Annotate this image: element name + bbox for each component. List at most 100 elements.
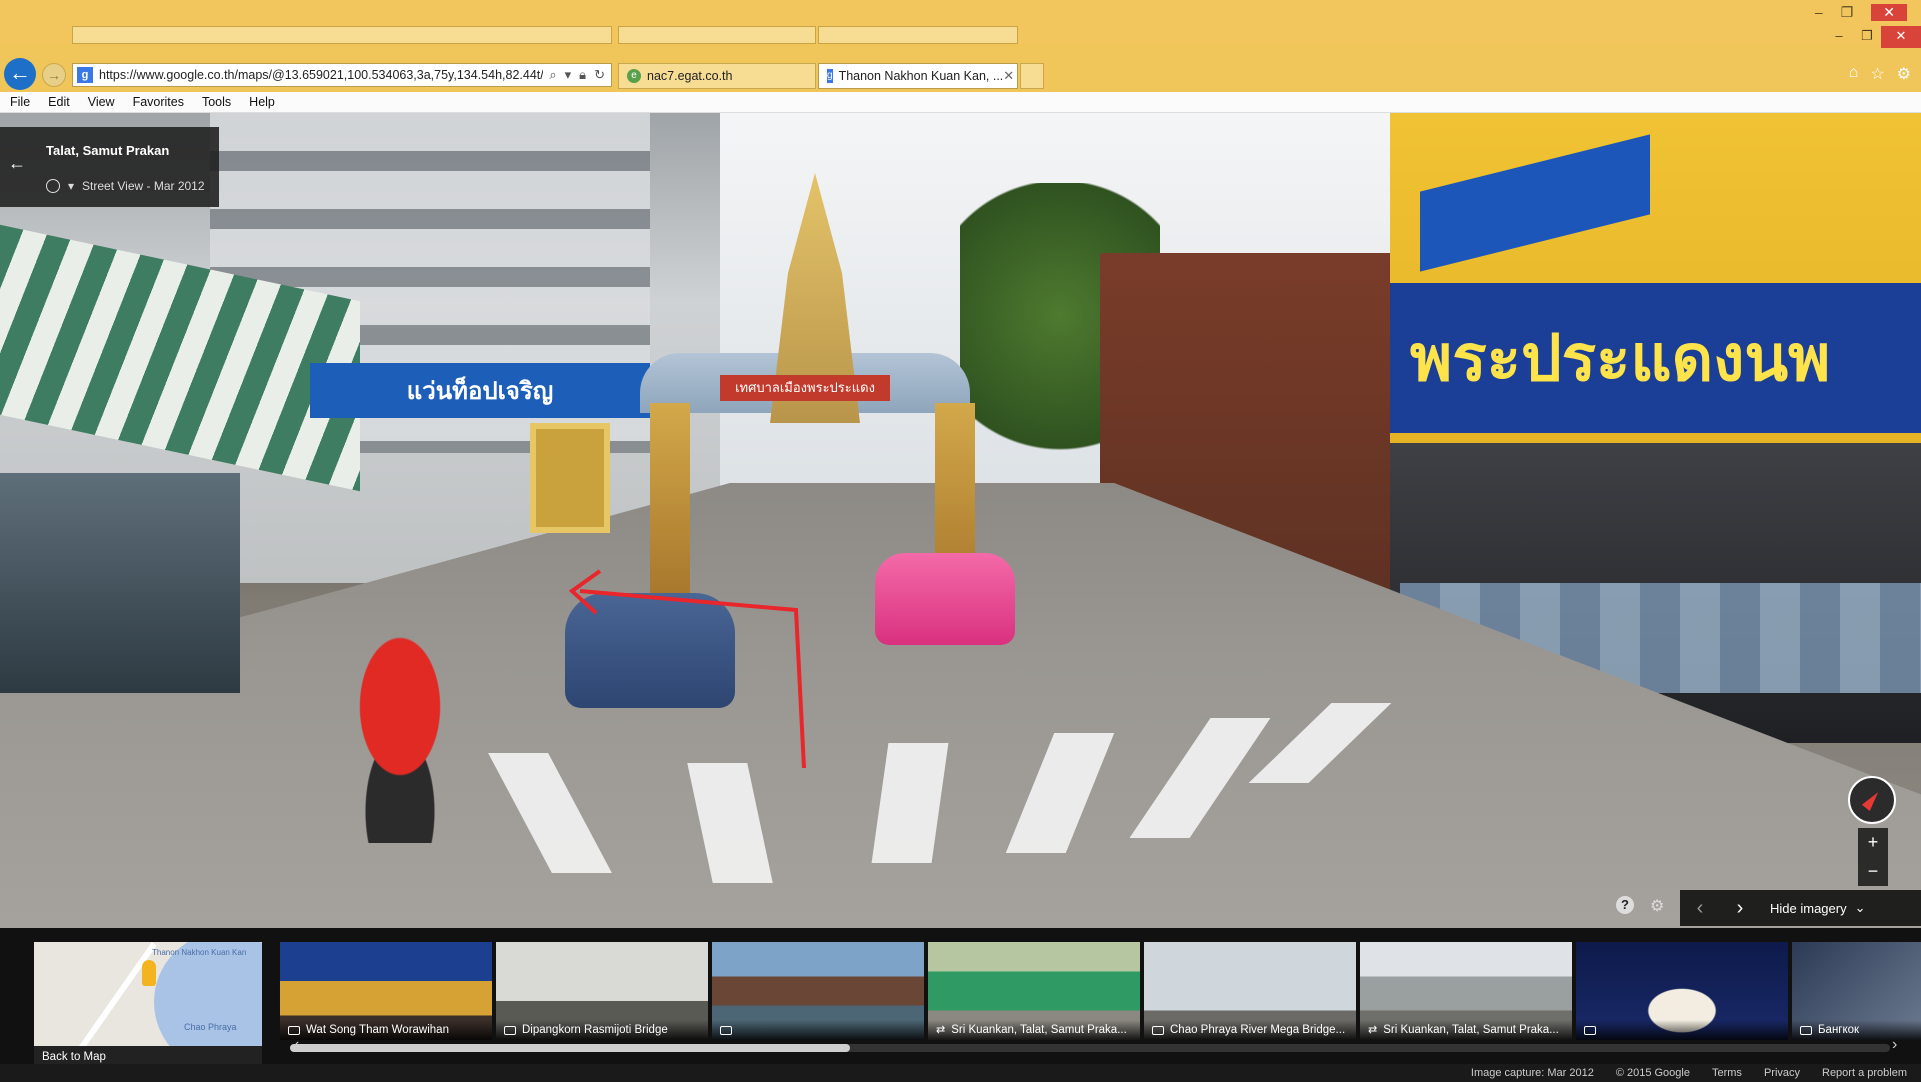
gate-pillar-left [650,403,690,603]
thumbnail[interactable]: ⇄ Sri Kuankan, Talat, Samut Praka... [1360,942,1572,1040]
thumbnail[interactable]: Wat Song Tham Worawihan [280,942,492,1040]
caret-down-icon: ▾ [68,179,75,193]
forward-button[interactable]: → [42,63,66,87]
thumbnail[interactable]: Бангкок [1792,942,1921,1040]
next-imagery-icon[interactable]: › [1720,897,1760,920]
caption-text: Wat Song Tham Worawihan [306,1024,449,1036]
help-icon[interactable]: ? [1616,896,1634,914]
camera-icon [288,1025,300,1035]
scroll-left-icon[interactable]: ‹ [294,1036,299,1054]
zoom-in-button[interactable]: + [1858,828,1888,857]
menu-favorites[interactable]: Favorites [133,95,184,109]
url-text[interactable]: https://www.google.co.th/maps/@13.659021… [99,68,543,82]
menu-bar: File Edit View Favorites Tools Help [0,92,1921,113]
background-window-bar: – ❐ ✕ [0,0,1921,44]
menu-edit[interactable]: Edit [48,95,70,109]
filmstrip-scroll-thumb[interactable] [290,1044,850,1052]
street-view-icon: ⇄ [1368,1024,1378,1036]
thumbnail[interactable]: Chao Phraya River Mega Bridge... [1144,942,1356,1040]
back-button[interactable]: ← [4,58,36,90]
settings-gear-icon[interactable]: ⚙ [1897,64,1911,84]
minimize-icon: – [1814,4,1823,20]
clock-icon [46,179,60,193]
map-road [77,942,157,1046]
egat-favicon-icon: e [627,69,641,83]
caption-text: Sri Kuankan, Talat, Samut Praka... [951,1024,1127,1036]
blue-car [565,593,735,708]
browser-chrome: – ❐ ✕ – ❐ ✕ ← → g https://www.google.co.… [0,0,1921,113]
prev-imagery-icon[interactable]: ‹ [1680,897,1720,920]
thumbnail[interactable]: ⇄ Sri Kuankan, Talat, Samut Praka... [928,942,1140,1040]
back-arrow-icon[interactable]: ← [8,153,26,174]
street-view-icon: ⇄ [936,1024,946,1036]
thumbnail[interactable] [1576,942,1788,1040]
scroll-right-icon[interactable]: › [1892,1036,1897,1054]
close-button[interactable]: ✕ [1881,26,1921,48]
thumbnail-caption: Dipangkorn Rasmijoti Bridge [496,1020,708,1040]
background-window-controls: – ❐ ✕ [1815,4,1907,21]
tab-close-icon[interactable]: ✕ [1003,68,1014,84]
gear-icon[interactable]: ⚙ [1650,896,1664,916]
favorites-star-icon[interactable]: ☆ [1870,64,1884,84]
market-stall [0,473,240,693]
chevron-down-icon[interactable]: ⌄ [1855,900,1866,916]
camera-icon [1584,1025,1596,1035]
street-view-panorama[interactable]: แว่นท็อปเจริญ พระประแดงนพ เทศบาลเมืองพระ… [0,113,1921,928]
menu-file[interactable]: File [10,95,30,109]
menu-help[interactable]: Help [249,95,275,109]
hide-imagery-button[interactable]: Hide imagery [1770,901,1847,916]
location-card: ← Talat, Samut Prakan ▾ Street View - Ma… [0,127,219,207]
thumbnail-caption [712,1020,924,1040]
imagery-bar: ‹ › Hide imagery ⌄ [1680,890,1921,926]
thumbnail-caption [1576,1020,1788,1040]
zoom-control: + − [1858,828,1888,886]
imagery-filmstrip: Chao Phraya Thanon Nakhon Kuan Kan Back … [0,928,1921,1068]
background-address-bar [72,26,612,44]
history-label: Street View - Mar 2012 [82,179,205,193]
refresh-icon[interactable]: ↻ [594,67,605,83]
restore-button[interactable]: ❐ [1853,26,1881,48]
caption-text: Бангкок [1818,1024,1860,1036]
search-icon[interactable]: ⌕ [549,67,556,83]
zoom-out-button[interactable]: − [1858,857,1888,886]
camera-icon [1800,1025,1812,1035]
shop-sign-right: พระประแดงนพ [1390,283,1921,433]
map-label: Chao Phraya [184,1022,237,1032]
mini-map[interactable]: Chao Phraya Thanon Nakhon Kuan Kan [34,942,262,1046]
home-icon[interactable]: ⌂ [1849,64,1859,84]
camera-icon [1152,1025,1164,1035]
thumbnail-caption: ⇄ Sri Kuankan, Talat, Samut Praka... [928,1020,1140,1040]
camera-icon [720,1025,732,1035]
tab-egat[interactable]: e nac7.egat.co.th [618,63,816,89]
pegman-icon [142,960,156,986]
background-tab [818,26,1018,44]
minimize-button[interactable]: – [1825,26,1853,48]
time-travel-control[interactable]: ▾ Street View - Mar 2012 [46,179,205,193]
google-favicon-icon: g [827,69,833,83]
address-actions: ⌕ ▾ 🔒︎ ↻ [543,67,611,83]
report-problem-link[interactable]: Report a problem [1822,1067,1907,1079]
lock-icon[interactable]: 🔒︎ [579,67,586,83]
menu-tools[interactable]: Tools [202,95,231,109]
window-controls: – ❐ ✕ [1825,26,1921,48]
shop-sign-left: แว่นท็อปเจริญ [310,363,650,418]
terms-link[interactable]: Terms [1712,1067,1742,1079]
address-bar[interactable]: g https://www.google.co.th/maps/@13.6590… [72,63,612,87]
city-gate-banner: เทศบาลเมืองพระประแดง [720,375,890,401]
dropdown-icon[interactable]: ▾ [565,67,572,83]
thumbnail[interactable]: Dipangkorn Rasmijoti Bridge [496,942,708,1040]
caption-text: Sri Kuankan, Talat, Samut Praka... [1383,1024,1559,1036]
compass-control[interactable] [1848,776,1896,824]
compass-needle-icon [1861,789,1883,811]
privacy-link[interactable]: Privacy [1764,1067,1800,1079]
menu-view[interactable]: View [88,95,115,109]
image-capture-date: Image capture: Mar 2012 [1470,1067,1594,1079]
new-tab-button[interactable] [1020,63,1044,89]
tab-google-maps[interactable]: g Thanon Nakhon Kuan Kan, ... ✕ [818,63,1018,89]
thumbnail-caption: Wat Song Tham Worawihan [280,1020,492,1040]
tab-label: nac7.egat.co.th [647,69,733,83]
thumbnail[interactable] [712,942,924,1040]
thumbnail-caption: Бангкок [1792,1020,1921,1040]
help-settings: ? ⚙ [1616,896,1664,916]
pink-taxi [875,553,1015,645]
